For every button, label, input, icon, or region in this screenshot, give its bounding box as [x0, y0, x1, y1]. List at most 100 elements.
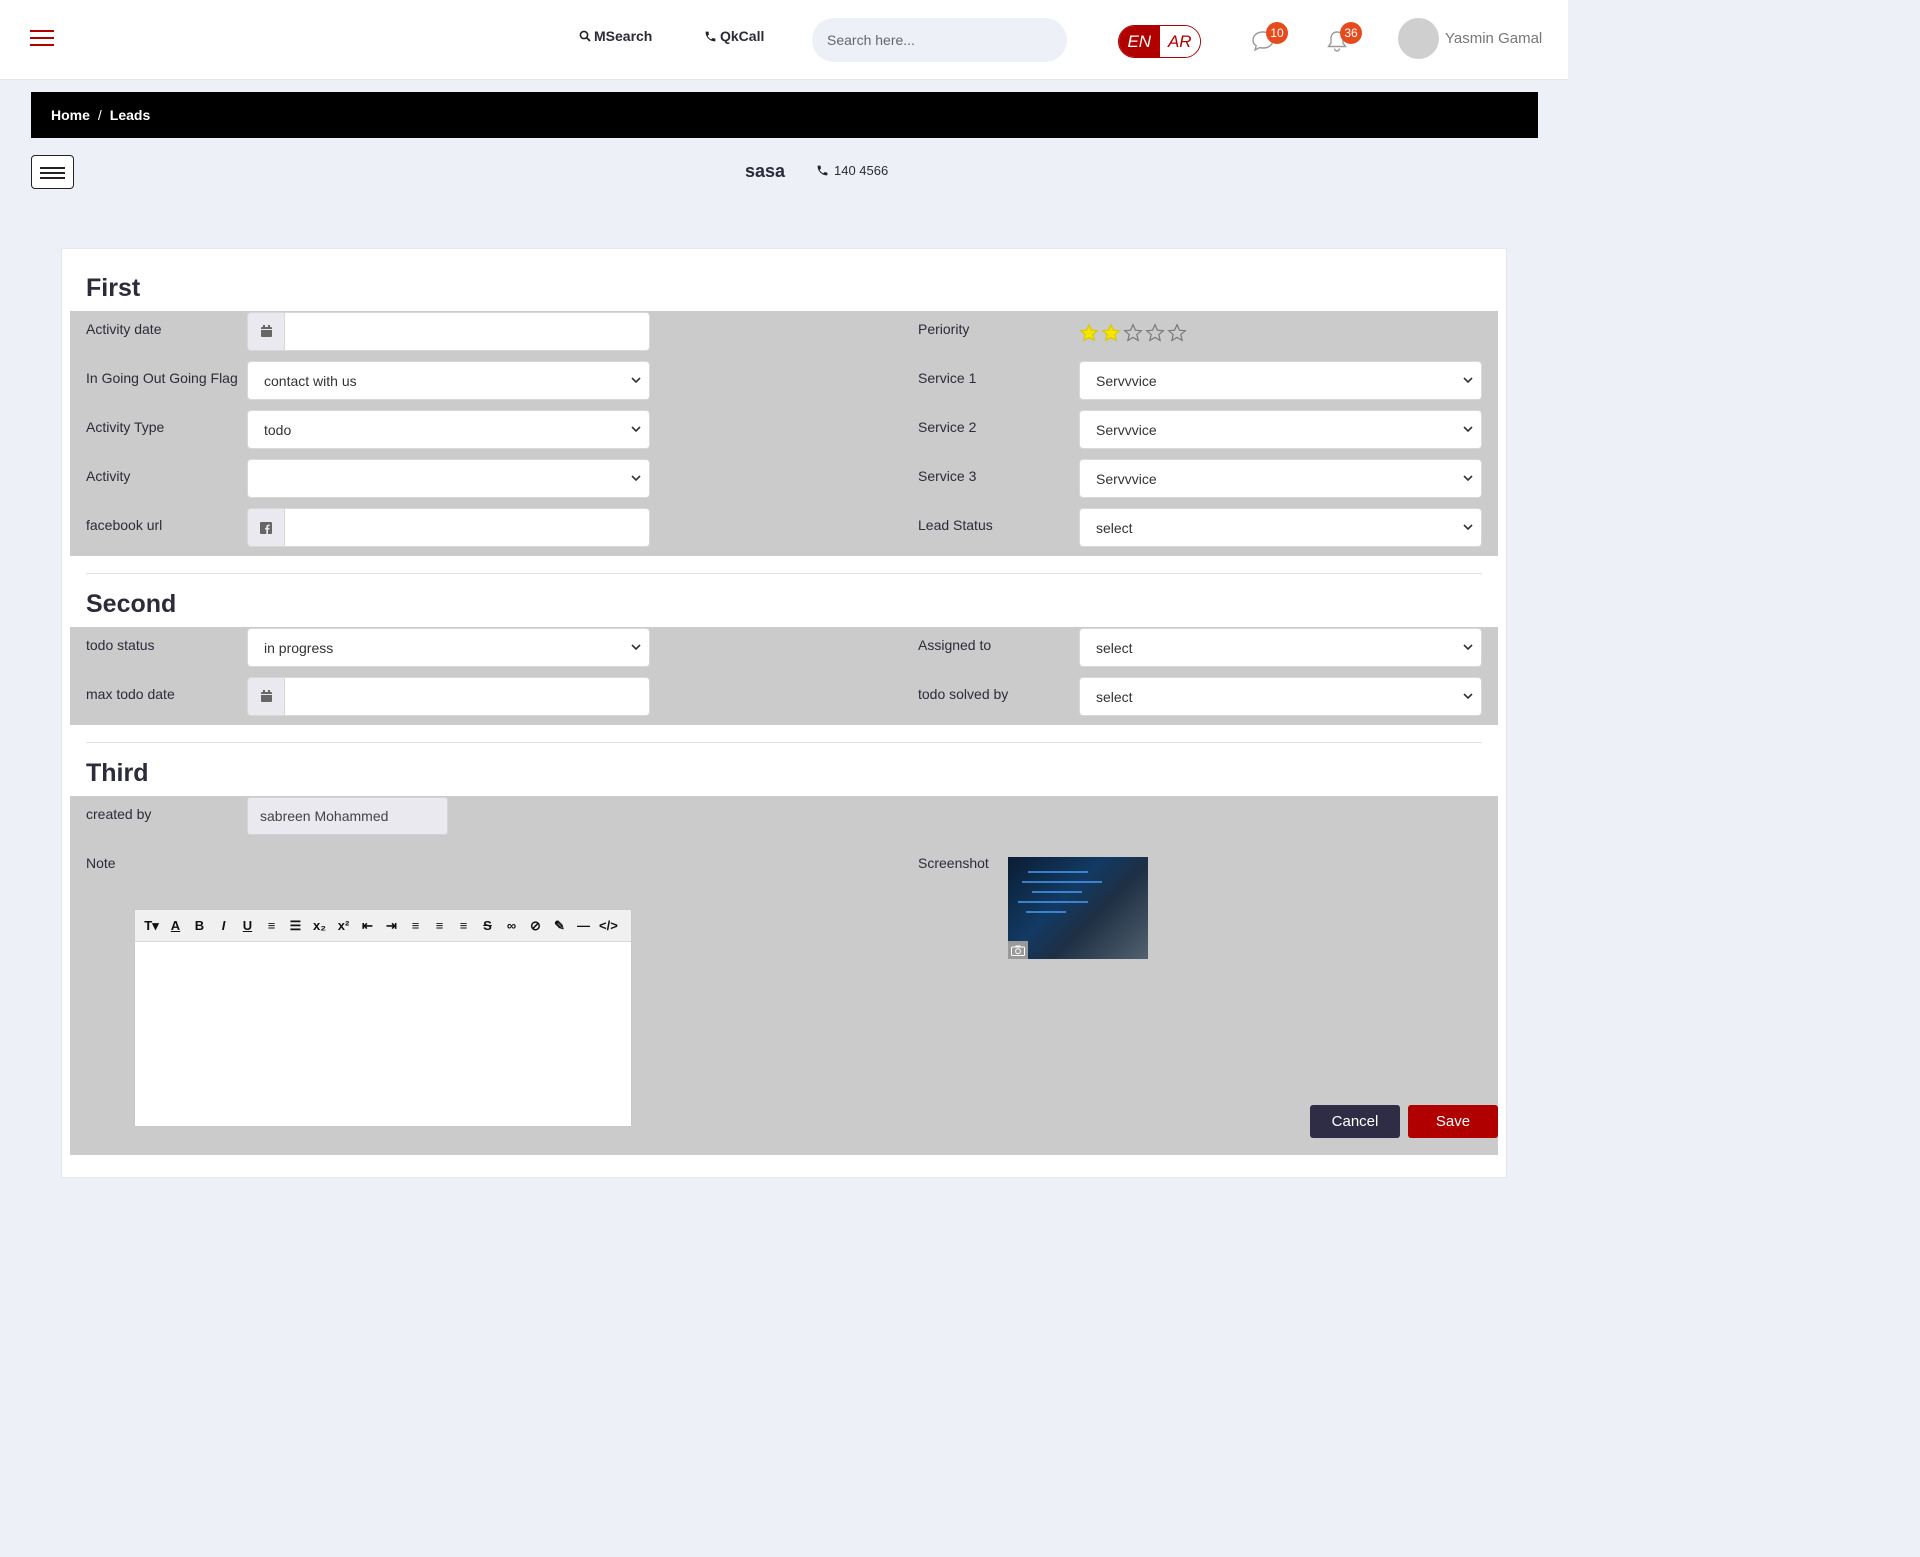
note-editor[interactable]: T▾ A B I U ≡ ☰ x₂ x² ⇤ ⇥ ≡ ≡ ≡ S ∞ ⊘ ✎ —…: [134, 909, 632, 1127]
horizontal-rule-icon[interactable]: —: [575, 918, 592, 933]
messages-button[interactable]: 10: [1250, 22, 1288, 54]
created-by-label: created by: [86, 806, 152, 822]
solved-by-value: select: [1096, 688, 1133, 705]
chevron-down-icon: [1463, 693, 1473, 700]
star-filled-icon[interactable]: [1079, 323, 1099, 343]
service3-label: Service 3: [918, 468, 977, 484]
italic-icon[interactable]: I: [215, 918, 232, 933]
avatar[interactable]: [1398, 18, 1439, 59]
screenshot-thumbnail[interactable]: [1008, 857, 1148, 959]
service2-label: Service 2: [918, 419, 977, 435]
second-panel: todo status in progress max todo date As…: [70, 627, 1498, 725]
chevron-down-icon: [1463, 377, 1473, 384]
assigned-to-select[interactable]: select: [1079, 628, 1482, 667]
calendar-icon[interactable]: [247, 677, 284, 716]
flag-value: contact with us: [264, 372, 357, 389]
activity-select[interactable]: [247, 459, 650, 498]
service3-select[interactable]: Servvvice: [1079, 459, 1482, 498]
chevron-down-icon: [631, 377, 641, 384]
unordered-list-icon[interactable]: ☰: [287, 918, 304, 934]
unlink-icon[interactable]: ⊘: [527, 918, 544, 934]
align-left-icon[interactable]: ≡: [407, 918, 424, 933]
service1-label: Service 1: [918, 370, 977, 386]
lead-status-select[interactable]: select: [1079, 508, 1482, 547]
sidebar-toggle-button[interactable]: [31, 155, 74, 189]
indent-icon[interactable]: ⇥: [383, 918, 400, 934]
facebook-label: facebook url: [86, 517, 163, 533]
priority-label: Periority: [918, 321, 970, 337]
strikethrough-icon[interactable]: S: [479, 918, 496, 933]
phone-icon: [705, 31, 716, 41]
section-title-first: First: [86, 274, 141, 302]
chevron-down-icon: [631, 644, 641, 651]
note-label: Note: [86, 855, 116, 871]
facebook-icon: [247, 508, 284, 547]
chevron-down-icon: [1463, 475, 1473, 482]
font-color-icon[interactable]: A: [167, 918, 184, 933]
align-right-icon[interactable]: ≡: [455, 918, 472, 933]
star-empty-icon[interactable]: [1123, 323, 1143, 343]
priority-rating[interactable]: [1079, 323, 1187, 343]
underline-icon[interactable]: U: [239, 918, 256, 933]
cancel-button[interactable]: Cancel: [1310, 1105, 1400, 1138]
service2-select[interactable]: Servvvice: [1079, 410, 1482, 449]
bold-icon[interactable]: B: [191, 918, 208, 933]
activity-label: Activity: [86, 468, 131, 484]
star-empty-icon[interactable]: [1167, 323, 1187, 343]
lead-status-value: select: [1096, 519, 1133, 536]
align-center-icon[interactable]: ≡: [431, 918, 448, 933]
msearch-link[interactable]: MSearch: [579, 28, 652, 44]
outdent-icon[interactable]: ⇤: [359, 918, 376, 934]
created-by-field: sabreen Mohammed: [247, 797, 448, 835]
save-button[interactable]: Save: [1408, 1105, 1498, 1138]
search-input[interactable]: [812, 18, 1067, 62]
flag-select[interactable]: contact with us: [247, 361, 650, 400]
lang-en-button[interactable]: EN: [1119, 26, 1160, 57]
lead-name: sasa: [745, 161, 786, 181]
flag-label: In Going Out Going Flag: [86, 370, 238, 386]
activity-date-input[interactable]: [247, 312, 650, 351]
service2-value: Servvvice: [1096, 421, 1157, 438]
todo-status-select[interactable]: in progress: [247, 628, 650, 667]
top-bar: MSearch QkCall EN AR 10 36 Yasmin Gamal: [0, 0, 1568, 80]
superscript-icon[interactable]: x²: [335, 918, 352, 933]
link-icon[interactable]: ∞: [503, 918, 520, 933]
language-toggle[interactable]: EN AR: [1118, 25, 1201, 58]
section-divider: [86, 573, 1482, 574]
qkcall-link[interactable]: QkCall: [704, 28, 764, 44]
notifications-button[interactable]: 36: [1324, 22, 1362, 54]
lang-ar-button[interactable]: AR: [1159, 26, 1200, 57]
solved-by-select[interactable]: select: [1079, 677, 1482, 716]
solved-by-label: todo solved by: [918, 686, 1009, 702]
breadcrumb-home[interactable]: Home: [51, 107, 90, 123]
star-empty-icon[interactable]: [1145, 323, 1165, 343]
code-icon[interactable]: </>: [599, 918, 618, 933]
max-todo-date-input[interactable]: [247, 677, 650, 716]
assigned-to-value: select: [1096, 639, 1133, 656]
eraser-icon[interactable]: ✎: [551, 918, 568, 934]
activity-type-value: todo: [264, 421, 292, 438]
camera-icon[interactable]: [1008, 941, 1028, 959]
calendar-icon[interactable]: [247, 312, 284, 351]
activity-type-select[interactable]: todo: [247, 410, 650, 449]
service3-value: Servvvice: [1096, 470, 1157, 487]
lead-phone-number: 140 4566: [834, 163, 889, 178]
editor-toolbar: T▾ A B I U ≡ ☰ x₂ x² ⇤ ⇥ ≡ ≡ ≡ S ∞ ⊘ ✎ —…: [135, 910, 631, 942]
ordered-list-icon[interactable]: ≡: [263, 918, 280, 933]
activity-date-label: Activity date: [86, 321, 162, 337]
menu-icon[interactable]: [30, 30, 54, 48]
service1-select[interactable]: Servvvice: [1079, 361, 1482, 400]
font-size-icon[interactable]: T▾: [143, 918, 160, 934]
qkcall-label: QkCall: [720, 28, 765, 44]
chevron-down-icon: [1463, 524, 1473, 531]
star-filled-icon[interactable]: [1101, 323, 1121, 343]
breadcrumb-separator: /: [97, 107, 102, 123]
todo-status-value: in progress: [264, 639, 334, 656]
max-todo-date-label: max todo date: [86, 686, 175, 702]
notifications-badge: 36: [1340, 22, 1362, 44]
chevron-down-icon: [631, 475, 641, 482]
facebook-url-input[interactable]: [247, 508, 650, 547]
chevron-down-icon: [1463, 644, 1473, 651]
subscript-icon[interactable]: x₂: [311, 918, 328, 933]
user-name[interactable]: Yasmin Gamal: [1445, 30, 1542, 47]
